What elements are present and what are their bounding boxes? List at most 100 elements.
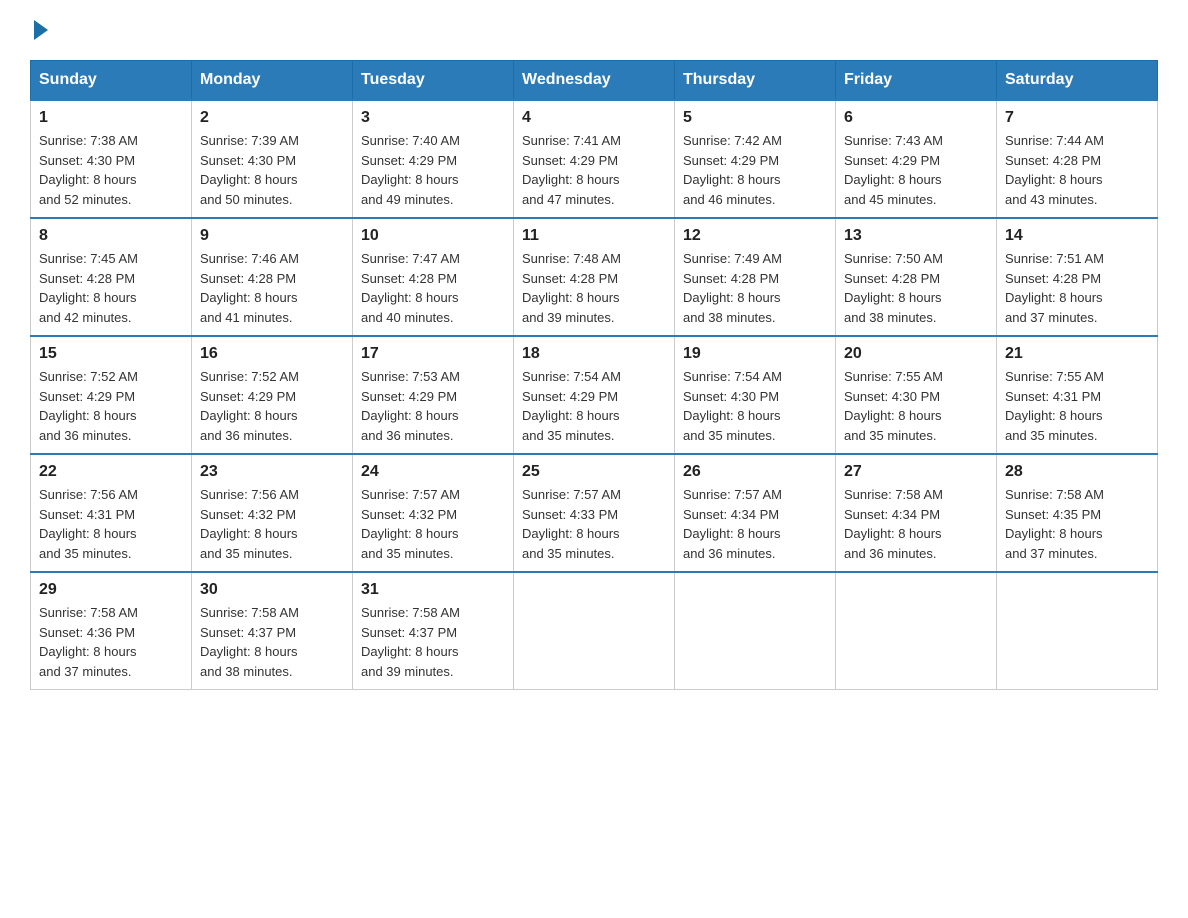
day-number: 27 — [844, 463, 988, 481]
calendar-cell: 5 Sunrise: 7:42 AM Sunset: 4:29 PM Dayli… — [675, 100, 836, 218]
calendar-cell: 10 Sunrise: 7:47 AM Sunset: 4:28 PM Dayl… — [353, 218, 514, 336]
calendar-table: SundayMondayTuesdayWednesdayThursdayFrid… — [30, 60, 1158, 690]
calendar-cell: 3 Sunrise: 7:40 AM Sunset: 4:29 PM Dayli… — [353, 100, 514, 218]
day-info: Sunrise: 7:56 AM Sunset: 4:32 PM Dayligh… — [200, 485, 344, 563]
day-number: 19 — [683, 345, 827, 363]
logo-arrow-icon — [34, 20, 48, 40]
day-info: Sunrise: 7:54 AM Sunset: 4:30 PM Dayligh… — [683, 367, 827, 445]
calendar-cell: 16 Sunrise: 7:52 AM Sunset: 4:29 PM Dayl… — [192, 336, 353, 454]
calendar-cell: 13 Sunrise: 7:50 AM Sunset: 4:28 PM Dayl… — [836, 218, 997, 336]
day-info: Sunrise: 7:56 AM Sunset: 4:31 PM Dayligh… — [39, 485, 183, 563]
day-number: 31 — [361, 581, 505, 599]
calendar-cell: 9 Sunrise: 7:46 AM Sunset: 4:28 PM Dayli… — [192, 218, 353, 336]
day-info: Sunrise: 7:45 AM Sunset: 4:28 PM Dayligh… — [39, 249, 183, 327]
weekday-header-friday: Friday — [836, 61, 997, 101]
week-row-3: 15 Sunrise: 7:52 AM Sunset: 4:29 PM Dayl… — [31, 336, 1158, 454]
day-number: 11 — [522, 227, 666, 245]
day-number: 4 — [522, 109, 666, 127]
day-number: 15 — [39, 345, 183, 363]
header — [30, 20, 1158, 40]
weekday-header-wednesday: Wednesday — [514, 61, 675, 101]
calendar-cell: 18 Sunrise: 7:54 AM Sunset: 4:29 PM Dayl… — [514, 336, 675, 454]
day-number: 6 — [844, 109, 988, 127]
day-info: Sunrise: 7:46 AM Sunset: 4:28 PM Dayligh… — [200, 249, 344, 327]
day-info: Sunrise: 7:49 AM Sunset: 4:28 PM Dayligh… — [683, 249, 827, 327]
week-row-2: 8 Sunrise: 7:45 AM Sunset: 4:28 PM Dayli… — [31, 218, 1158, 336]
day-number: 18 — [522, 345, 666, 363]
calendar-cell: 2 Sunrise: 7:39 AM Sunset: 4:30 PM Dayli… — [192, 100, 353, 218]
day-info: Sunrise: 7:58 AM Sunset: 4:34 PM Dayligh… — [844, 485, 988, 563]
day-number: 9 — [200, 227, 344, 245]
day-number: 28 — [1005, 463, 1149, 481]
calendar-cell: 20 Sunrise: 7:55 AM Sunset: 4:30 PM Dayl… — [836, 336, 997, 454]
day-info: Sunrise: 7:38 AM Sunset: 4:30 PM Dayligh… — [39, 131, 183, 209]
day-info: Sunrise: 7:48 AM Sunset: 4:28 PM Dayligh… — [522, 249, 666, 327]
calendar-cell: 1 Sunrise: 7:38 AM Sunset: 4:30 PM Dayli… — [31, 100, 192, 218]
calendar-cell: 30 Sunrise: 7:58 AM Sunset: 4:37 PM Dayl… — [192, 572, 353, 690]
calendar-cell: 19 Sunrise: 7:54 AM Sunset: 4:30 PM Dayl… — [675, 336, 836, 454]
week-row-5: 29 Sunrise: 7:58 AM Sunset: 4:36 PM Dayl… — [31, 572, 1158, 690]
calendar-cell: 29 Sunrise: 7:58 AM Sunset: 4:36 PM Dayl… — [31, 572, 192, 690]
calendar-cell — [514, 572, 675, 690]
week-row-1: 1 Sunrise: 7:38 AM Sunset: 4:30 PM Dayli… — [31, 100, 1158, 218]
day-number: 21 — [1005, 345, 1149, 363]
day-info: Sunrise: 7:44 AM Sunset: 4:28 PM Dayligh… — [1005, 131, 1149, 209]
calendar-cell: 28 Sunrise: 7:58 AM Sunset: 4:35 PM Dayl… — [997, 454, 1158, 572]
calendar-cell: 4 Sunrise: 7:41 AM Sunset: 4:29 PM Dayli… — [514, 100, 675, 218]
calendar-cell — [997, 572, 1158, 690]
calendar-cell — [675, 572, 836, 690]
day-info: Sunrise: 7:58 AM Sunset: 4:35 PM Dayligh… — [1005, 485, 1149, 563]
day-number: 23 — [200, 463, 344, 481]
weekday-header-sunday: Sunday — [31, 61, 192, 101]
day-info: Sunrise: 7:47 AM Sunset: 4:28 PM Dayligh… — [361, 249, 505, 327]
day-info: Sunrise: 7:53 AM Sunset: 4:29 PM Dayligh… — [361, 367, 505, 445]
day-info: Sunrise: 7:39 AM Sunset: 4:30 PM Dayligh… — [200, 131, 344, 209]
day-number: 16 — [200, 345, 344, 363]
calendar-cell: 31 Sunrise: 7:58 AM Sunset: 4:37 PM Dayl… — [353, 572, 514, 690]
day-info: Sunrise: 7:55 AM Sunset: 4:31 PM Dayligh… — [1005, 367, 1149, 445]
day-number: 7 — [1005, 109, 1149, 127]
day-number: 29 — [39, 581, 183, 599]
day-number: 17 — [361, 345, 505, 363]
day-number: 3 — [361, 109, 505, 127]
weekday-header-thursday: Thursday — [675, 61, 836, 101]
weekday-header-monday: Monday — [192, 61, 353, 101]
calendar-cell: 25 Sunrise: 7:57 AM Sunset: 4:33 PM Dayl… — [514, 454, 675, 572]
calendar-cell — [836, 572, 997, 690]
day-info: Sunrise: 7:57 AM Sunset: 4:33 PM Dayligh… — [522, 485, 666, 563]
calendar-cell: 12 Sunrise: 7:49 AM Sunset: 4:28 PM Dayl… — [675, 218, 836, 336]
day-info: Sunrise: 7:54 AM Sunset: 4:29 PM Dayligh… — [522, 367, 666, 445]
day-info: Sunrise: 7:40 AM Sunset: 4:29 PM Dayligh… — [361, 131, 505, 209]
day-info: Sunrise: 7:57 AM Sunset: 4:32 PM Dayligh… — [361, 485, 505, 563]
calendar-cell: 27 Sunrise: 7:58 AM Sunset: 4:34 PM Dayl… — [836, 454, 997, 572]
calendar-cell: 21 Sunrise: 7:55 AM Sunset: 4:31 PM Dayl… — [997, 336, 1158, 454]
day-info: Sunrise: 7:42 AM Sunset: 4:29 PM Dayligh… — [683, 131, 827, 209]
day-info: Sunrise: 7:52 AM Sunset: 4:29 PM Dayligh… — [200, 367, 344, 445]
day-number: 26 — [683, 463, 827, 481]
day-number: 24 — [361, 463, 505, 481]
calendar-cell: 6 Sunrise: 7:43 AM Sunset: 4:29 PM Dayli… — [836, 100, 997, 218]
day-info: Sunrise: 7:58 AM Sunset: 4:37 PM Dayligh… — [200, 603, 344, 681]
calendar-cell: 23 Sunrise: 7:56 AM Sunset: 4:32 PM Dayl… — [192, 454, 353, 572]
day-info: Sunrise: 7:51 AM Sunset: 4:28 PM Dayligh… — [1005, 249, 1149, 327]
logo — [30, 20, 48, 40]
calendar-cell: 11 Sunrise: 7:48 AM Sunset: 4:28 PM Dayl… — [514, 218, 675, 336]
day-number: 13 — [844, 227, 988, 245]
calendar-cell: 15 Sunrise: 7:52 AM Sunset: 4:29 PM Dayl… — [31, 336, 192, 454]
day-info: Sunrise: 7:52 AM Sunset: 4:29 PM Dayligh… — [39, 367, 183, 445]
weekday-header-saturday: Saturday — [997, 61, 1158, 101]
day-info: Sunrise: 7:58 AM Sunset: 4:36 PM Dayligh… — [39, 603, 183, 681]
day-number: 5 — [683, 109, 827, 127]
day-number: 8 — [39, 227, 183, 245]
day-info: Sunrise: 7:50 AM Sunset: 4:28 PM Dayligh… — [844, 249, 988, 327]
calendar-cell: 7 Sunrise: 7:44 AM Sunset: 4:28 PM Dayli… — [997, 100, 1158, 218]
weekday-header-row: SundayMondayTuesdayWednesdayThursdayFrid… — [31, 61, 1158, 101]
day-info: Sunrise: 7:43 AM Sunset: 4:29 PM Dayligh… — [844, 131, 988, 209]
day-info: Sunrise: 7:58 AM Sunset: 4:37 PM Dayligh… — [361, 603, 505, 681]
day-number: 22 — [39, 463, 183, 481]
calendar-cell: 14 Sunrise: 7:51 AM Sunset: 4:28 PM Dayl… — [997, 218, 1158, 336]
day-info: Sunrise: 7:55 AM Sunset: 4:30 PM Dayligh… — [844, 367, 988, 445]
day-info: Sunrise: 7:41 AM Sunset: 4:29 PM Dayligh… — [522, 131, 666, 209]
day-number: 2 — [200, 109, 344, 127]
day-number: 1 — [39, 109, 183, 127]
